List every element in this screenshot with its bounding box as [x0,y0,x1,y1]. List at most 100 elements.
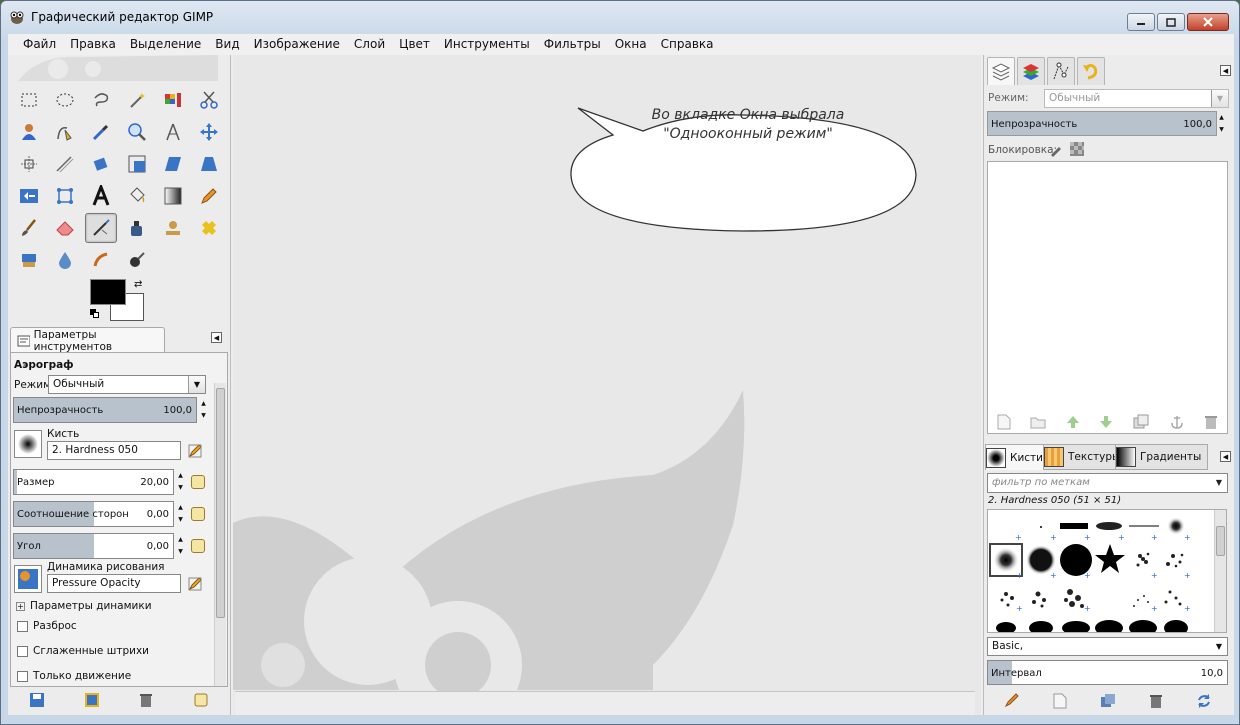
dynamics-field[interactable]: Pressure Opacity [47,574,181,593]
tag-filter-input[interactable]: фильтр по меткам ▼ [987,473,1228,493]
measure-tool[interactable] [157,117,189,147]
trash-icon[interactable] [138,692,154,708]
restore-options-icon[interactable] [84,692,100,708]
perspective-clone-tool[interactable] [13,245,45,275]
spacing-slider[interactable]: Интервал 10,0 [987,660,1228,685]
new-brush-icon[interactable] [1053,693,1067,709]
dynamics-thumbnail[interactable] [14,565,42,593]
layers-opacity-slider[interactable]: Непрозрачность 100,0 ▲ ▼ [987,111,1224,136]
size-slider[interactable]: Размер 20,00 ▲ ▼ [13,469,183,495]
tool-options-menu-button[interactable]: ◀ [211,332,222,343]
menu-view[interactable]: Вид [208,34,246,55]
menu-file[interactable]: Файл [16,34,63,55]
aspect-spin-icon[interactable]: ▲ ▼ [175,502,186,526]
scissors-tool[interactable] [193,85,225,115]
reset-angle-icon[interactable] [191,539,205,553]
crop-tool[interactable] [49,149,81,179]
motion-only-checkbox[interactable] [17,671,28,682]
duplicate-layer-icon[interactable] [1133,414,1149,430]
aspect-slider[interactable]: Соотношение сторон 0,00 ▲ ▼ [13,501,183,527]
canvas-hscroll[interactable] [235,691,975,715]
menu-edit[interactable]: Правка [63,34,123,55]
opacity-spin-icon[interactable]: ▲ ▼ [198,398,209,422]
scrollbar-thumb[interactable] [1216,526,1225,556]
opacity-slider[interactable]: Непрозрачность 100,0 ▲ ▼ [13,397,206,423]
scatter-checkbox[interactable] [17,621,28,632]
color-picker-tool[interactable] [85,117,117,147]
pencil-tool[interactable] [193,181,225,211]
tab-gradients[interactable]: Градиенты [1115,444,1209,470]
brush-field[interactable]: 2. Hardness 050 [47,441,181,460]
bucket-fill-tool[interactable] [121,181,153,211]
brushes-grid[interactable]: + + + + + + + + + + + + + + + [987,509,1227,633]
menu-tools[interactable]: Инструменты [437,34,537,55]
mode-dropdown[interactable]: Обычный ▼ [48,375,206,394]
angle-slider[interactable]: Угол 0,00 ▲ ▼ [13,533,183,559]
paths-tool[interactable] [49,117,81,147]
menu-windows[interactable]: Окна [608,34,654,55]
rect-select-tool[interactable] [13,85,45,115]
smooth-checkbox[interactable] [17,646,28,657]
color-select-tool[interactable] [157,85,189,115]
save-options-icon[interactable] [29,692,45,708]
brush-tag-field[interactable]: Basic, ▼ [987,637,1228,656]
edit-dynamics-icon[interactable] [188,577,202,591]
edit-brush-icon[interactable] [1004,693,1020,709]
airbrush-tool[interactable] [85,213,117,243]
tab-layers[interactable] [987,57,1015,85]
brush-thumbnail[interactable] [14,430,42,458]
dynamics-expander[interactable]: + Параметры динамики [16,600,152,612]
align-tool[interactable] [13,149,45,179]
minimize-button[interactable] [1127,13,1155,31]
lock-alpha-icon[interactable] [1070,142,1084,156]
delete-layer-icon[interactable] [1204,414,1218,430]
maximize-button[interactable] [1157,13,1185,31]
delete-brush-icon[interactable] [1149,693,1163,709]
smudge-tool[interactable] [85,245,117,275]
new-layer-icon[interactable] [997,414,1011,430]
reset-size-icon[interactable] [191,475,205,489]
ellipse-select-tool[interactable] [49,85,81,115]
brushes-dock-menu-button[interactable]: ◀ [1220,451,1231,462]
menu-filters[interactable]: Фильтры [537,34,608,55]
tab-paths[interactable] [1047,57,1075,85]
raise-layer-icon[interactable] [1066,415,1080,429]
tab-undo-history[interactable] [1077,57,1105,85]
scrollbar-thumb[interactable] [216,388,225,618]
angle-spin-icon[interactable]: ▲ ▼ [175,534,186,558]
canvas-area[interactable]: Во вкладке Окна выбрала "Однооконный реж… [233,55,981,715]
cage-tool[interactable] [49,181,81,211]
foreground-select-tool[interactable] [13,117,45,147]
edit-brush-icon[interactable] [188,444,202,458]
tool-options-scrollbar[interactable] [214,383,226,686]
ink-tool[interactable] [121,213,153,243]
menu-image[interactable]: Изображение [247,34,347,55]
tab-brushes[interactable]: Кисти [985,444,1050,470]
refresh-icon[interactable] [1196,693,1212,709]
eraser-tool[interactable] [49,213,81,243]
blend-tool[interactable] [157,181,189,211]
reset-colors-icon[interactable] [90,309,100,319]
menu-layer[interactable]: Слой [347,34,392,55]
lower-layer-icon[interactable] [1099,415,1113,429]
zoom-tool[interactable] [121,117,153,147]
layers-mode-dropdown[interactable]: Обычный ▼ [1044,89,1229,108]
menu-help[interactable]: Справка [654,34,721,55]
tab-tool-options[interactable]: Параметры инструментов [10,327,165,353]
rotate-tool[interactable] [85,149,117,179]
clone-tool[interactable] [157,213,189,243]
layers-list[interactable] [987,161,1228,434]
move-tool[interactable] [193,117,225,147]
lock-pixels-icon[interactable] [1049,143,1063,157]
layers-opacity-spin-icon[interactable]: ▲ ▼ [1216,112,1227,136]
perspective-tool[interactable] [193,149,225,179]
fuzzy-select-tool[interactable] [121,85,153,115]
foreground-color[interactable] [90,279,126,305]
flip-tool[interactable] [13,181,45,211]
title-bar[interactable]: Графический редактор GIMP [1,1,1239,33]
heal-tool[interactable] [193,213,225,243]
anchor-icon[interactable] [1169,414,1185,430]
scale-tool[interactable] [121,149,153,179]
menu-select[interactable]: Выделение [123,34,208,55]
duplicate-brush-icon[interactable] [1100,693,1116,709]
